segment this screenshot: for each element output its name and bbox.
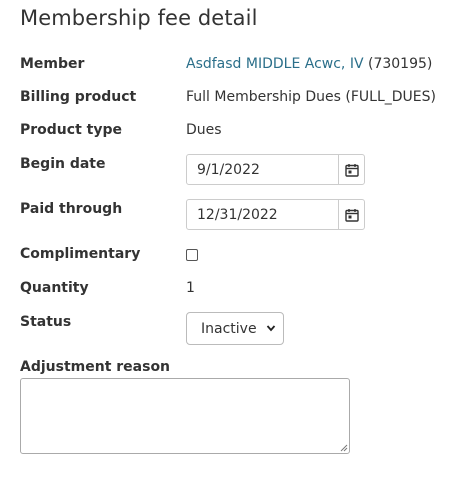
member-id: (730195) [368,56,433,72]
complimentary-checkbox[interactable] [186,249,198,261]
quantity-value: 1 [186,280,195,296]
billing-product-value: Full Membership Dues (FULL_DUES) [186,89,436,105]
resize-grip-icon[interactable] [340,444,348,452]
begin-date-value[interactable]: 9/1/2022 [197,162,260,178]
begin-date-input[interactable]: 9/1/2022 [186,154,365,185]
page-title: Membership fee detail [20,6,258,30]
begin-date-label: Begin date [20,156,106,172]
paid-through-value[interactable]: 12/31/2022 [197,207,278,223]
calendar-icon [344,163,359,177]
product-type-label: Product type [20,122,122,138]
complimentary-label: Complimentary [20,246,141,262]
begin-date-calendar-button[interactable] [338,155,364,184]
calendar-icon [344,208,359,222]
member-link[interactable]: Asdfasd MIDDLE Acwc, IV [186,56,364,72]
chevron-down-icon [266,325,276,332]
billing-product-label: Billing product [20,89,137,105]
quantity-label: Quantity [20,280,89,296]
adjustment-reason-label: Adjustment reason [20,359,171,375]
status-select[interactable]: Inactive [186,312,284,345]
member-value: Asdfasd MIDDLE Acwc, IV (730195) [186,56,432,72]
status-label: Status [20,314,72,330]
paid-through-calendar-button[interactable] [338,200,364,229]
membership-fee-detail-page: Membership fee detail Member Asdfasd MID… [0,0,468,483]
paid-through-label: Paid through [20,201,123,217]
member-label: Member [20,56,85,72]
product-type-value: Dues [186,122,222,138]
adjustment-reason-textarea[interactable] [20,378,350,454]
paid-through-input[interactable]: 12/31/2022 [186,199,365,230]
status-selected-value[interactable]: Inactive [201,321,257,337]
